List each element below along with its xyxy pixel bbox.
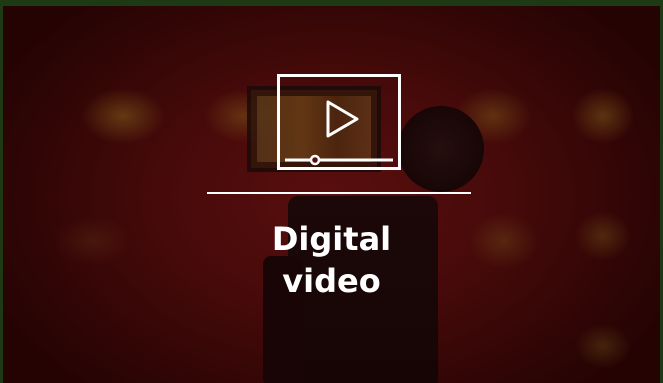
digital-video-tile[interactable]: Digital video <box>3 6 660 383</box>
tile-title: Digital video <box>3 218 660 302</box>
tile-title-line-1: Digital <box>271 220 392 258</box>
dark-overlay <box>3 6 660 383</box>
tile-title-line-2: video <box>282 262 381 300</box>
video-player-icon <box>277 74 401 170</box>
title-divider <box>207 192 471 194</box>
